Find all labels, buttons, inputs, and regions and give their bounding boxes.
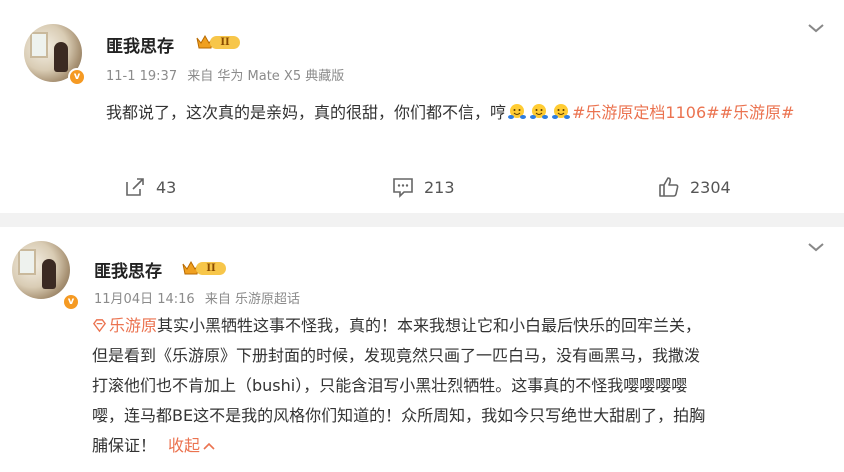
post-meta: 11-1 19:37 来自 华为 Mate X5 典藏版 [106, 65, 350, 84]
like-count: 2304 [690, 177, 731, 197]
chevron-up-icon [203, 442, 215, 450]
verified-badge: v [68, 68, 86, 86]
source: 来自 华为 Mate X5 典藏版 [187, 69, 345, 84]
rank-label: II [196, 262, 226, 275]
post-text-line: 脯保证！ 收起 [92, 431, 832, 461]
supertopic-diamond-icon [92, 319, 107, 333]
hug-emoji-icon [530, 104, 549, 119]
post-text-line: 打滚他们也不肯加上（bushi），只能含泪写小黑壮烈牺牲。这事真的不怪我嘤嘤嘤嘤 [92, 376, 688, 395]
hug-emoji-icon [552, 104, 571, 119]
avatar[interactable] [12, 241, 70, 299]
supertopic-link[interactable]: 乐游原 [92, 316, 157, 335]
repost-button[interactable]: 43 [124, 173, 176, 201]
action-bar: 43 213 2304 [0, 173, 844, 201]
verified-badge: v [62, 293, 80, 311]
thumbs-up-icon [659, 177, 679, 197]
post-text-line: 嘤，连马都BE这不是我的风格你们知道的！众所周知，我如今只写绝世大甜剧了，拍胸 [92, 406, 706, 425]
source[interactable]: 来自 乐游原超话 [205, 292, 300, 307]
timestamp[interactable]: 11月04日 14:16 [94, 292, 195, 307]
hashtag-link[interactable]: #乐游原# [720, 103, 795, 122]
post-text: 我都说了，这次真的是亲妈，真的很甜，你们都不信，哼 #乐游原定档1106##乐游原… [106, 98, 806, 128]
repost-icon [126, 178, 144, 196]
weibo-post-card: v 匪我思存 II 11-1 19:37 来自 华为 Mate X5 典藏版 我… [0, 0, 844, 213]
rank-badge[interactable]: II [182, 259, 226, 277]
comment-button[interactable]: 213 [392, 173, 455, 201]
post-text-body: 我都说了，这次真的是亲妈，真的很甜，你们都不信，哼 [106, 103, 507, 122]
post-text-line: 但是看到《乐游原》下册封面的时候，发现竟然只画了一匹白马，没有画黑马，我撒泼 [92, 346, 701, 365]
comment-icon [393, 178, 413, 198]
hug-emoji-icon [508, 104, 527, 119]
hashtag-link[interactable]: #乐游原定档1106# [572, 103, 720, 122]
post-text: 乐游原其实小黑牺牲这事不怪我，真的！本来我想让它和小白最后快乐的回牢兰关， 但是… [92, 311, 832, 461]
more-chevron-icon[interactable] [806, 20, 826, 34]
post-meta: 11月04日 14:16 来自 乐游原超话 [94, 288, 306, 307]
collapse-button[interactable]: 收起 [168, 436, 215, 455]
rank-badge[interactable]: II [196, 33, 240, 51]
rank-label: II [210, 36, 240, 49]
comment-count: 213 [424, 177, 455, 197]
timestamp[interactable]: 11-1 19:37 [106, 69, 177, 84]
username[interactable]: 匪我思存 [106, 32, 174, 57]
repost-count: 43 [156, 177, 177, 197]
post-text-line: 乐游原其实小黑牺牲这事不怪我，真的！本来我想让它和小白最后快乐的回牢兰关， [92, 311, 832, 341]
like-button[interactable]: 2304 [658, 173, 731, 201]
more-chevron-icon[interactable] [806, 239, 826, 253]
username[interactable]: 匪我思存 [94, 257, 162, 282]
